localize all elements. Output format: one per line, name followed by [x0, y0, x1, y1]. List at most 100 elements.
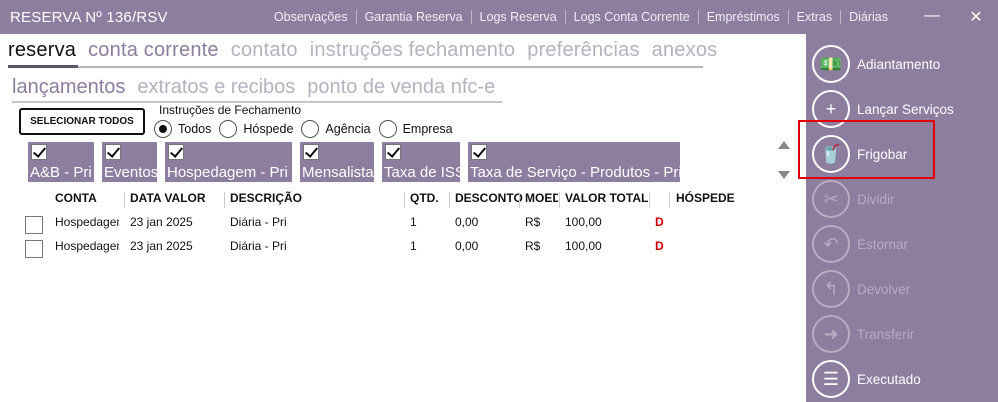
menu-garantia-reserva[interactable]: Garantia Reserva [355, 10, 471, 24]
sidebar-item-label: Dividir [857, 191, 895, 207]
cell-desconto: 0,00 [455, 239, 479, 253]
return-icon: ↰ [812, 270, 850, 308]
radio-hospede[interactable]: Hóspede [219, 120, 293, 138]
filter-label: Taxa de Serviço - Produtos - Pri [470, 164, 682, 181]
transferir-button[interactable]: ➜ Transferir [812, 314, 992, 354]
menu-extras[interactable]: Extras [787, 10, 840, 24]
checkbox-icon[interactable] [105, 144, 121, 160]
col-separator [559, 192, 560, 208]
menu-diarias[interactable]: Diárias [840, 10, 896, 24]
col-separator [404, 192, 405, 208]
menu-logs-reserva[interactable]: Logs Reserva [470, 10, 565, 24]
filter-hospedagem-pri[interactable]: Hospedagem - Pri [165, 142, 292, 182]
menu-emprestimos[interactable]: Empréstimos [697, 10, 788, 24]
checkbox-icon[interactable] [471, 144, 487, 160]
adiantamento-button[interactable]: 💵 Adiantamento [812, 44, 992, 84]
col-separator [449, 192, 450, 208]
menu-logs-conta-corrente[interactable]: Logs Conta Corrente [564, 10, 698, 24]
filter-label: Taxa de ISS [384, 164, 465, 181]
checklist-icon: ☰ [812, 360, 850, 398]
filter-taxa-servico[interactable]: Taxa de Serviço - Produtos - Pri [468, 142, 682, 182]
checkbox-icon[interactable] [385, 144, 401, 160]
col-separator [649, 192, 650, 208]
highlight-box [798, 120, 935, 179]
instructions-radio-group: Todos Hóspede Agência Empresa [154, 120, 461, 138]
radio-agencia[interactable]: Agência [301, 120, 371, 138]
checkbox-icon[interactable] [31, 144, 47, 160]
col-hospede[interactable]: HÓSPEDE [676, 191, 735, 205]
cell-data: 23 jan 2025 [130, 215, 193, 229]
filter-eventos[interactable]: Eventos [102, 142, 158, 182]
cell-flag: D [655, 239, 664, 253]
top-menu: Observações Garantia Reserva Logs Reserv… [266, 10, 896, 24]
tab-reserva[interactable]: reserva [8, 39, 76, 62]
money-icon: 💵 [812, 45, 850, 83]
tab-extratos-recibos[interactable]: extratos e recibos [137, 76, 295, 99]
filter-label: Mensalista [302, 164, 374, 181]
scroll-down-arrow-icon[interactable] [778, 171, 790, 179]
table-row[interactable]: Hospedagem 23 jan 2025 Diária - Pri 1 0,… [0, 239, 800, 259]
estornar-button[interactable]: ↶ Estornar [812, 224, 992, 264]
filter-ab-pri[interactable]: A&B - Pri [28, 142, 94, 182]
radio-label: Hóspede [243, 122, 294, 136]
select-all-button[interactable]: SELECIONAR TODOS [19, 108, 145, 135]
sidebar-item-label: Devolver [857, 281, 911, 297]
executado-button[interactable]: ☰ Executado [812, 359, 992, 399]
scissors-icon: ✂ [812, 180, 850, 218]
col-desconto[interactable]: DESCONTO [455, 191, 523, 205]
minimize-button[interactable]: — [922, 7, 942, 25]
cell-conta: Hospedagem [55, 239, 119, 253]
radio-label: Agência [325, 122, 371, 136]
col-qtd[interactable]: QTD. [410, 191, 439, 205]
filter-label: Hospedagem - Pri [167, 164, 288, 181]
sidebar-item-label: Transferir [857, 326, 915, 342]
tab-ponto-de-venda[interactable]: ponto de venda nfc-e [307, 76, 495, 99]
cell-valor: 100,00 [565, 215, 602, 229]
row-checkbox[interactable] [25, 240, 43, 258]
radio-label: Empresa [402, 122, 453, 136]
cell-descricao: Diária - Pri [230, 239, 287, 253]
cell-data: 23 jan 2025 [130, 239, 193, 253]
scroll-up-arrow-icon[interactable] [778, 141, 790, 149]
cell-flag: D [655, 215, 664, 229]
cell-descricao: Diária - Pri [230, 215, 287, 229]
cell-desconto: 0,00 [455, 215, 479, 229]
tab-lancamentos[interactable]: lançamentos [12, 76, 125, 99]
menu-observacoes[interactable]: Observações [266, 10, 356, 24]
col-conta[interactable]: CONTA [55, 191, 97, 205]
cell-qtd: 1 [410, 239, 417, 253]
main-panel: reserva conta corrente contato instruçõe… [0, 34, 806, 402]
col-moeda[interactable]: MOEDA [525, 191, 558, 205]
tab-conta-corrente[interactable]: conta corrente [88, 39, 219, 62]
arrow-right-icon: ➜ [812, 315, 850, 353]
tab-instrucoes-fechamento[interactable]: instruções fechamento [310, 39, 515, 62]
undo-icon: ↶ [812, 225, 850, 263]
sidebar-item-label: Adiantamento [857, 56, 941, 72]
filter-taxa-iss[interactable]: Taxa de ISS [382, 142, 465, 182]
checkbox-icon[interactable] [303, 144, 319, 160]
col-descricao[interactable]: DESCRIÇÃO [230, 191, 302, 205]
tab-preferencias[interactable]: preferências [527, 39, 639, 62]
col-data-valor[interactable]: DATA VALOR [130, 191, 206, 205]
tab-anexos[interactable]: anexos [652, 39, 718, 62]
tab-contato[interactable]: contato [231, 39, 298, 62]
radio-todos[interactable]: Todos [154, 120, 211, 138]
tabs-divider [8, 66, 703, 68]
col-valor-total[interactable]: VALOR TOTAL [565, 191, 648, 205]
dividir-button[interactable]: ✂ Dividir [812, 179, 992, 219]
checkbox-icon[interactable] [168, 144, 184, 160]
table-row[interactable]: Hospedagem 23 jan 2025 Diária - Pri 1 0,… [0, 215, 800, 235]
title-bar: RESERVA Nº 136/RSV Observações Garantia … [0, 0, 998, 34]
row-checkbox[interactable] [25, 216, 43, 234]
actions-sidebar: 💵 Adiantamento + Lançar Serviços 🥤 Frigo… [806, 34, 998, 402]
devolver-button[interactable]: ↰ Devolver [812, 269, 992, 309]
sidebar-item-label: Executado [857, 371, 921, 387]
radio-icon [301, 120, 320, 138]
radio-empresa[interactable]: Empresa [378, 120, 453, 138]
sidebar-item-label: Lançar Serviços [857, 101, 954, 117]
cell-valor: 100,00 [565, 239, 602, 253]
filter-mensalista[interactable]: Mensalista [300, 142, 374, 182]
close-button[interactable]: ✕ [966, 7, 986, 27]
radio-label: Todos [178, 122, 212, 136]
window-title: RESERVA Nº 136/RSV [10, 9, 168, 26]
